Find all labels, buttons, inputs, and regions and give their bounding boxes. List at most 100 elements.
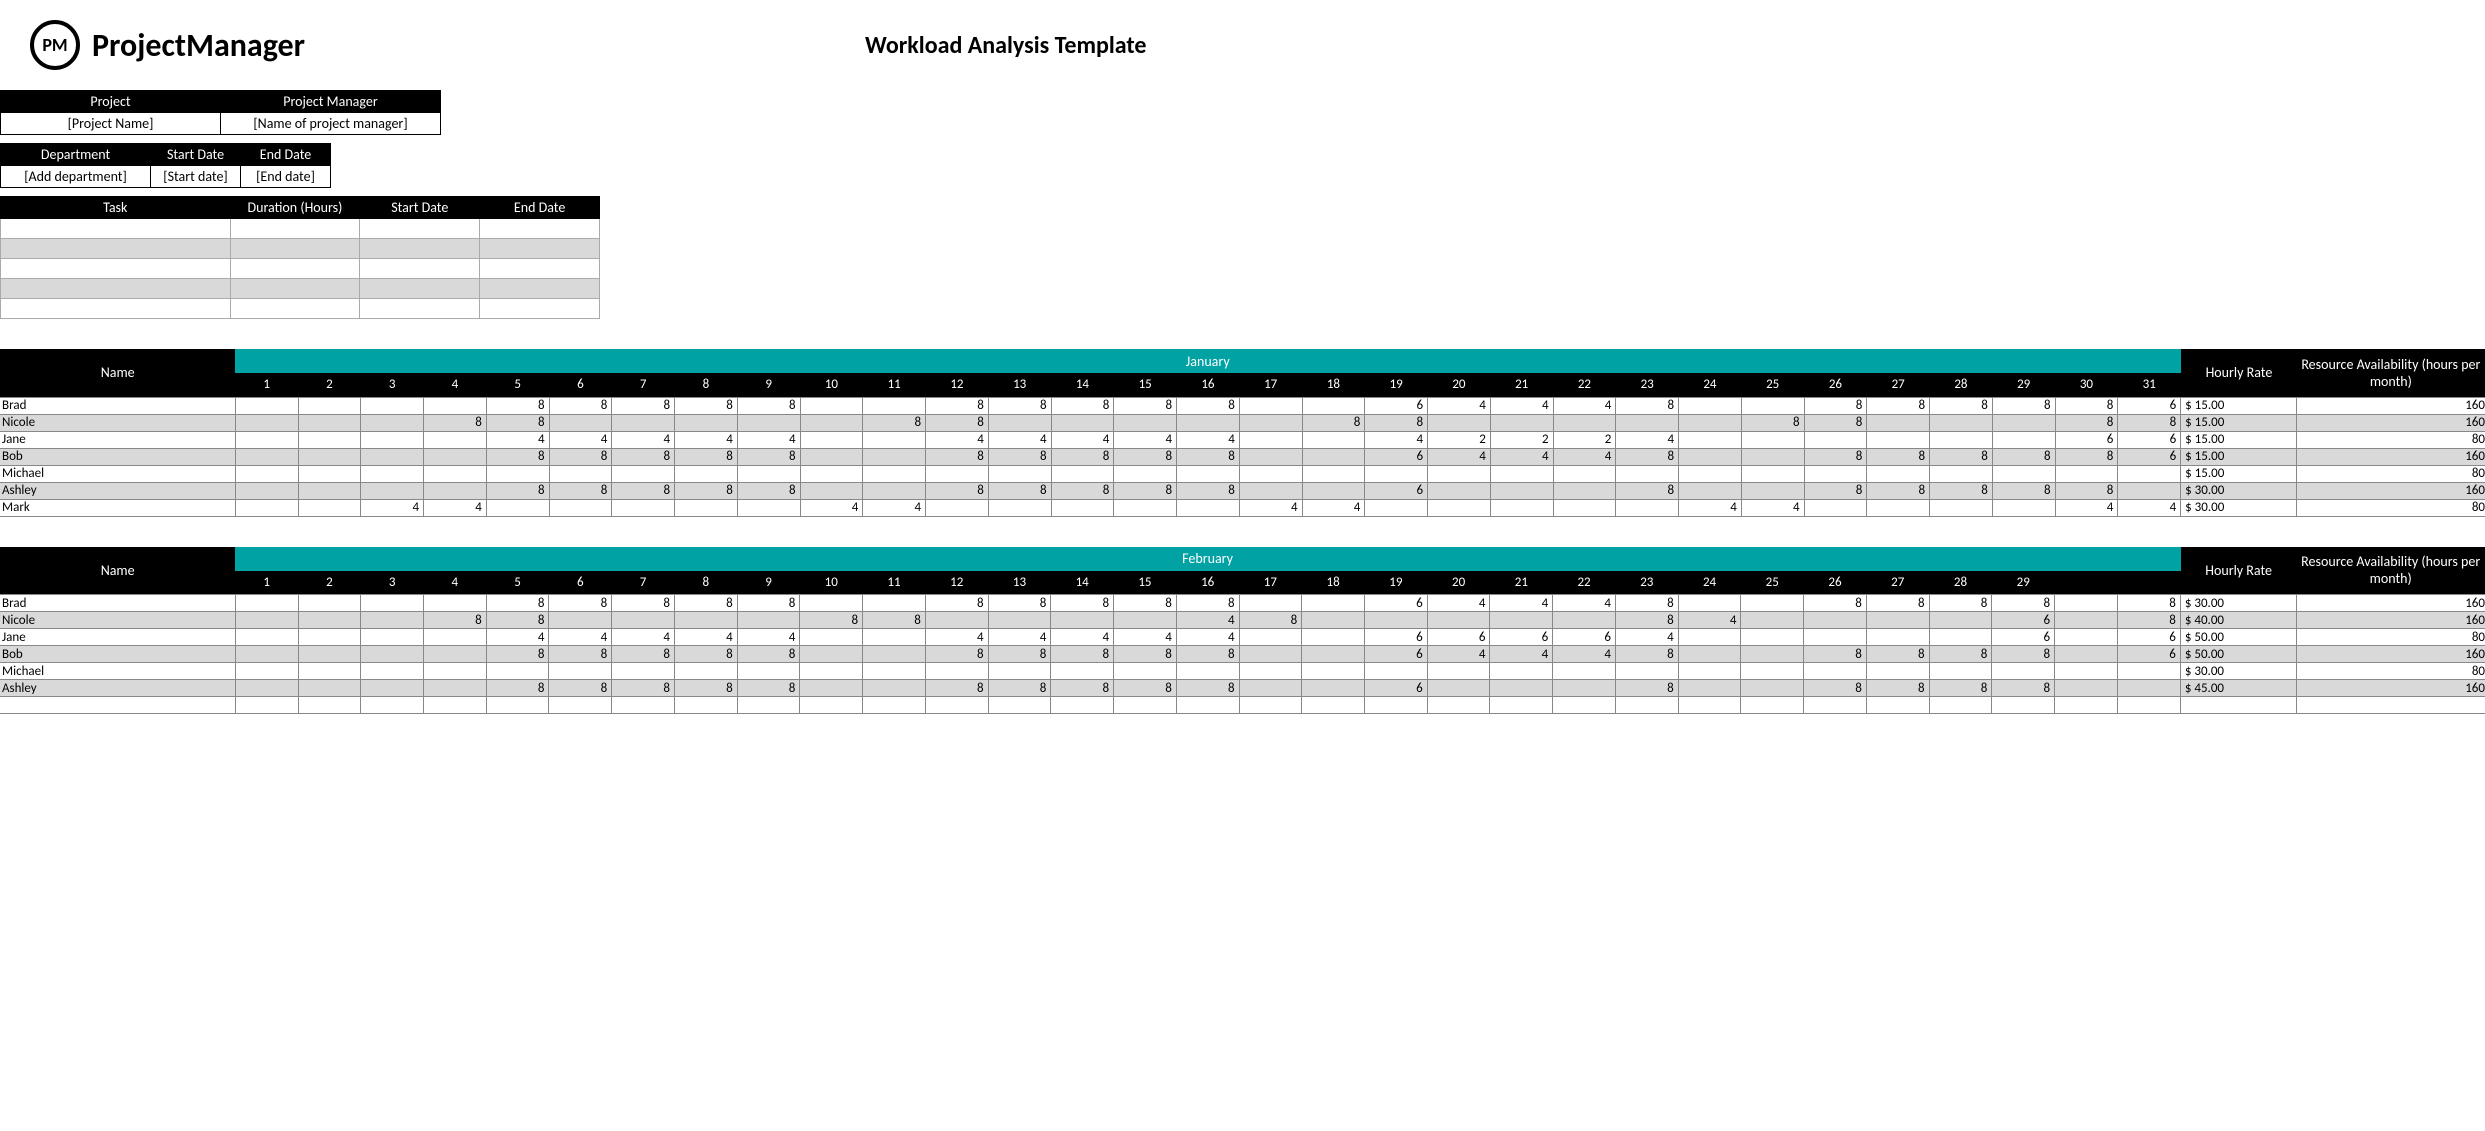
workload-hours-cell[interactable] [361,448,424,465]
workload-hours-cell[interactable] [235,697,298,714]
workload-hours-cell[interactable] [863,663,926,680]
workload-hours-cell[interactable]: 8 [549,680,612,697]
workload-hours-cell[interactable] [1867,414,1930,431]
workload-hours-cell[interactable]: 4 [612,629,675,646]
workload-hours-cell[interactable] [1365,465,1428,482]
workload-hours-cell[interactable] [1051,697,1114,714]
workload-name-cell[interactable]: Bob [0,448,235,465]
workload-hours-cell[interactable] [988,697,1051,714]
workload-hours-cell[interactable]: 6 [1365,629,1428,646]
workload-hours-cell[interactable]: 8 [1616,397,1679,414]
workload-hours-cell[interactable]: 6 [1427,629,1490,646]
workload-hours-cell[interactable]: 6 [1365,397,1428,414]
workload-hours-cell[interactable] [235,595,298,612]
task-cell[interactable] [1,299,231,319]
workload-hours-cell[interactable]: 6 [2118,448,2181,465]
workload-hours-cell[interactable]: 2 [1428,431,1491,448]
workload-hours-cell[interactable] [1490,482,1553,499]
workload-hours-cell[interactable] [1930,414,1993,431]
workload-hours-cell[interactable]: 4 [1428,397,1491,414]
workload-hours-cell[interactable]: 8 [1051,397,1114,414]
workload-hours-cell[interactable] [988,663,1051,680]
workload-hours-cell[interactable] [1428,482,1491,499]
workload-rate-cell[interactable]: $ 30.00 [2180,663,2296,680]
workload-hours-cell[interactable]: 4 [1176,629,1239,646]
workload-hours-cell[interactable] [1302,595,1365,612]
workload-hours-cell[interactable]: 8 [486,646,549,663]
workload-hours-cell[interactable]: 8 [988,482,1051,499]
workload-name-cell[interactable]: Brad [0,397,235,414]
workload-hours-cell[interactable]: 8 [1114,448,1177,465]
workload-hours-cell[interactable]: 8 [1867,397,1930,414]
workload-hours-cell[interactable] [424,431,487,448]
workload-hours-cell[interactable] [1176,697,1239,714]
task-cell[interactable] [230,239,360,259]
workload-hours-cell[interactable] [1427,697,1490,714]
workload-hours-cell[interactable]: 8 [1616,482,1679,499]
workload-name-cell[interactable]: Brad [0,595,235,612]
workload-rate-cell[interactable]: $ 15.00 [2181,414,2297,431]
workload-hours-cell[interactable]: 4 [1176,612,1239,629]
workload-hours-cell[interactable] [2055,465,2118,482]
workload-hours-cell[interactable] [2055,629,2118,646]
workload-hours-cell[interactable] [800,414,863,431]
workload-hours-cell[interactable] [298,697,361,714]
workload-hours-cell[interactable] [549,465,612,482]
workload-availability-cell[interactable]: 80 [2296,629,2485,646]
workload-hours-cell[interactable]: 8 [1804,646,1867,663]
workload-hours-cell[interactable] [1177,414,1240,431]
workload-hours-cell[interactable]: 4 [926,431,989,448]
workload-hours-cell[interactable] [423,663,486,680]
workload-hours-cell[interactable]: 8 [1615,646,1678,663]
workload-hours-cell[interactable] [1867,431,1930,448]
workload-hours-cell[interactable]: 4 [549,431,612,448]
workload-hours-cell[interactable] [1992,697,2055,714]
workload-hours-cell[interactable] [1804,431,1867,448]
workload-rate-cell[interactable]: $ 30.00 [2180,595,2296,612]
workload-hours-cell[interactable]: 8 [1177,482,1240,499]
workload-hours-cell[interactable] [486,697,549,714]
task-cell[interactable] [480,239,600,259]
workload-hours-cell[interactable] [1114,612,1177,629]
workload-hours-cell[interactable]: 8 [1804,680,1867,697]
workload-hours-cell[interactable] [612,663,675,680]
workload-hours-cell[interactable] [1741,482,1804,499]
workload-hours-cell[interactable] [1553,612,1616,629]
workload-hours-cell[interactable] [800,646,863,663]
workload-hours-cell[interactable]: 4 [1553,595,1616,612]
workload-hours-cell[interactable]: 8 [737,680,800,697]
meta2-value-end[interactable]: [End date] [241,166,331,188]
workload-hours-cell[interactable]: 4 [988,431,1051,448]
workload-hours-cell[interactable] [549,414,612,431]
workload-hours-cell[interactable]: 4 [1051,431,1114,448]
workload-hours-cell[interactable]: 8 [1615,595,1678,612]
workload-hours-cell[interactable] [361,663,424,680]
workload-name-cell[interactable]: Jane [0,629,235,646]
workload-hours-cell[interactable]: 8 [1051,595,1114,612]
task-cell[interactable] [230,259,360,279]
workload-hours-cell[interactable] [1866,697,1929,714]
workload-hours-cell[interactable] [2117,663,2180,680]
workload-hours-cell[interactable]: 4 [2118,499,2181,516]
workload-rate-cell[interactable] [2180,697,2296,714]
workload-hours-cell[interactable] [1427,680,1490,697]
workload-hours-cell[interactable]: 8 [1930,397,1993,414]
workload-hours-cell[interactable]: 4 [1553,448,1616,465]
workload-hours-cell[interactable]: 8 [1804,414,1867,431]
workload-hours-cell[interactable] [1741,646,1804,663]
workload-hours-cell[interactable] [1553,663,1616,680]
workload-hours-cell[interactable]: 8 [2117,612,2180,629]
workload-hours-cell[interactable] [1553,680,1616,697]
workload-hours-cell[interactable] [1553,465,1616,482]
workload-hours-cell[interactable]: 8 [988,595,1051,612]
workload-hours-cell[interactable]: 4 [1615,629,1678,646]
workload-hours-cell[interactable]: 4 [1490,595,1553,612]
workload-hours-cell[interactable]: 8 [926,448,989,465]
workload-hours-cell[interactable]: 8 [1992,397,2055,414]
workload-hours-cell[interactable]: 8 [1176,595,1239,612]
workload-hours-cell[interactable]: 8 [1741,414,1804,431]
workload-hours-cell[interactable]: 4 [800,499,863,516]
workload-hours-cell[interactable] [1051,414,1114,431]
workload-hours-cell[interactable] [1929,663,1992,680]
workload-hours-cell[interactable] [1051,663,1114,680]
